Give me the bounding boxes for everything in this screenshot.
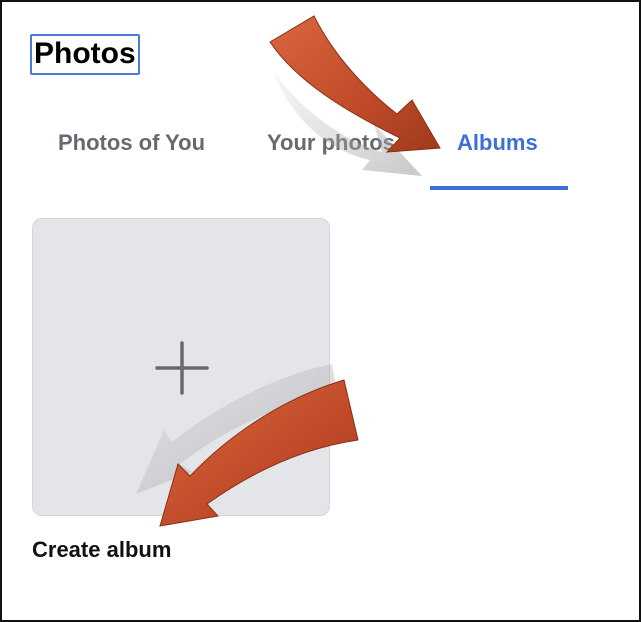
create-album-label: Create album xyxy=(32,537,172,562)
create-album-tile[interactable] xyxy=(32,218,330,516)
tab-albums[interactable]: Albums xyxy=(457,130,538,156)
tab-bar: Photos of You Your photos Albums xyxy=(2,122,639,192)
plus-icon xyxy=(155,341,209,395)
tab-photos-of-you[interactable]: Photos of You xyxy=(58,130,205,156)
screenshot-frame: Photos Photos of You Your photos Albums … xyxy=(0,0,641,622)
tab-your-photos[interactable]: Your photos xyxy=(267,130,395,156)
page-title: Photos xyxy=(30,34,140,75)
active-tab-indicator xyxy=(430,186,568,190)
